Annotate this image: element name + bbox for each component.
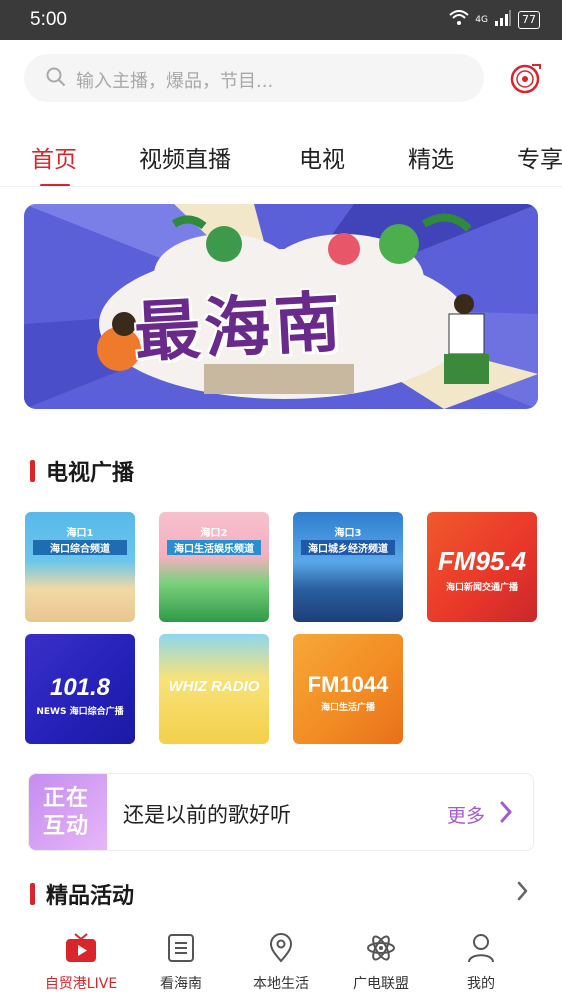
channel-tile-haikou3[interactable]: 海口3 海口城乡经济频道 — [293, 512, 403, 622]
user-icon — [467, 934, 495, 967]
channel-logo: WHIZ RADIO — [168, 678, 260, 695]
tab-divider — [0, 186, 562, 187]
activities-section-header: 精品活动 — [30, 878, 134, 910]
live-interaction-card[interactable]: 正在 互动 还是以前的歌好听 更多 — [28, 773, 534, 851]
tab-featured[interactable]: 精选 — [408, 140, 454, 174]
hero-banner[interactable]: 最海南 — [24, 204, 538, 409]
network-label: 4G — [475, 15, 488, 25]
search-bar[interactable]: 输入主播，爆品，节目... — [24, 54, 484, 102]
status-bar: 5:00 4G 77 — [0, 0, 562, 40]
tab-exclusive[interactable]: 专享 — [517, 140, 562, 174]
wifi-icon — [449, 10, 469, 30]
status-icons: 4G 77 — [449, 10, 540, 30]
channel-tile-fm954[interactable]: FM95.4 海口新闻交通广播 — [427, 512, 537, 622]
section-accent-bar — [30, 883, 35, 905]
vinyl-record-icon[interactable] — [510, 62, 542, 98]
tv-section-title: 电视广播 — [46, 461, 135, 486]
tv-icon — [65, 933, 97, 967]
channel-tile-haikou1[interactable]: 海口1 海口综合频道 — [25, 512, 135, 622]
bottom-navigation: 自贸港LIVE 看海南 本地生活 广电联盟 我的 — [0, 925, 562, 1000]
tab-tv[interactable]: 电视 — [299, 140, 345, 174]
nav-broadcast-alliance[interactable]: 广电联盟 — [331, 933, 431, 993]
banner-title: 最海南 — [132, 282, 347, 372]
nav-label: 广电联盟 — [353, 976, 409, 992]
tv-broadcast-section-header: 电视广播 — [30, 455, 134, 487]
channel-tile-fm1044[interactable]: FM1044 海口生活广播 — [293, 634, 403, 744]
tab-video-live[interactable]: 视频直播 — [139, 140, 231, 174]
nav-me[interactable]: 我的 — [431, 933, 531, 993]
tab-home[interactable]: 首页 — [31, 140, 77, 174]
channel-tile-whiz-radio[interactable]: WHIZ RADIO — [159, 634, 269, 744]
channel-logo: 海口1 — [66, 528, 94, 539]
section-accent-bar — [30, 460, 35, 482]
location-pin-icon — [268, 933, 294, 967]
channel-name: 海口生活娱乐频道 — [167, 540, 261, 555]
channel-name: 海口新闻交通广播 — [445, 583, 518, 593]
nav-local-life[interactable]: 本地生活 — [231, 933, 331, 993]
nav-see-hainan[interactable]: 看海南 — [131, 933, 231, 993]
channel-logo: FM95.4 — [437, 546, 527, 576]
chevron-right-icon[interactable] — [516, 880, 530, 906]
nav-ftz-live[interactable]: 自贸港LIVE — [31, 933, 131, 993]
status-time: 5:00 — [30, 9, 67, 30]
interaction-topic: 还是以前的歌好听 — [123, 803, 291, 827]
channel-tile-1018-news[interactable]: 101.8 NEWS 海口综合广播 — [25, 634, 135, 744]
channel-name: NEWS 海口综合广播 — [36, 707, 124, 717]
badge-line-1: 正在 — [43, 786, 90, 811]
channel-name: 海口城乡经济频道 — [301, 540, 395, 555]
top-tab-bar: 首页 视频直播 电视 精选 专享 — [0, 128, 562, 188]
nav-label: 看海南 — [160, 976, 202, 992]
channel-logo: 101.8 — [49, 674, 111, 701]
atom-icon — [366, 935, 396, 967]
battery-indicator: 77 — [518, 11, 540, 29]
channel-logo: 海口2 — [200, 528, 228, 539]
channel-name: 海口生活广播 — [320, 703, 375, 713]
nav-label: 自贸港LIVE — [44, 976, 118, 992]
chevron-right-icon[interactable] — [499, 800, 513, 828]
activities-section-title: 精品活动 — [46, 884, 135, 909]
list-icon — [167, 934, 195, 967]
more-link[interactable]: 更多 — [447, 801, 485, 828]
nav-label: 我的 — [467, 976, 495, 992]
badge-line-2: 互动 — [43, 814, 90, 839]
channel-logo: 海口3 — [334, 528, 362, 539]
channel-name: 海口综合频道 — [33, 540, 127, 555]
search-placeholder[interactable]: 输入主播，爆品，节目... — [76, 67, 273, 93]
nav-label: 本地生活 — [253, 976, 309, 992]
channel-tile-haikou2[interactable]: 海口2 海口生活娱乐频道 — [159, 512, 269, 622]
channel-logo: FM1044 — [307, 672, 389, 697]
search-icon — [46, 67, 66, 91]
interacting-badge: 正在 互动 — [29, 774, 107, 850]
signal-icon — [494, 10, 512, 30]
